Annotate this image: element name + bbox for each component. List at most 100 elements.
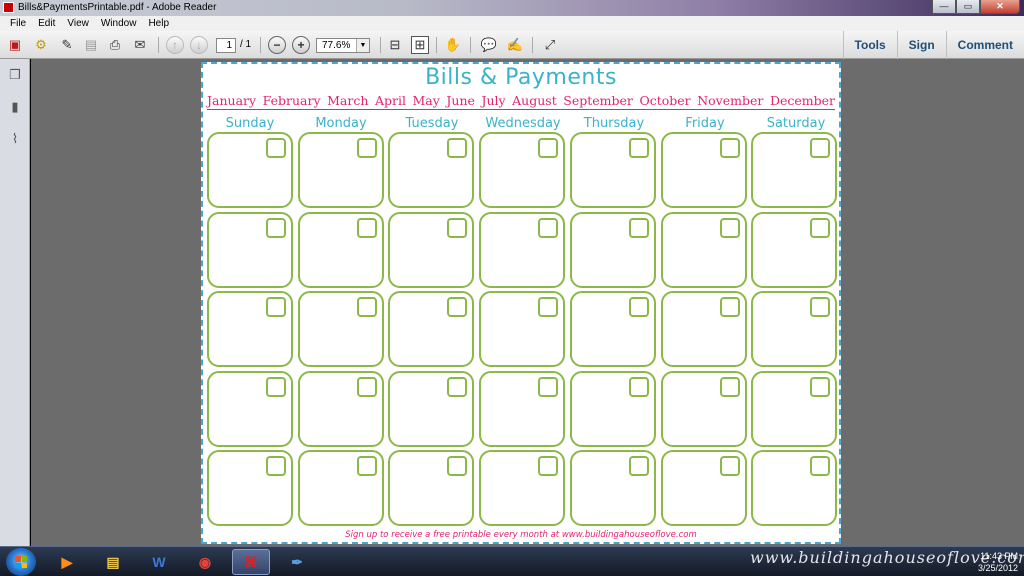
- cell-checkbox: [719, 217, 740, 238]
- page-total: / 1: [240, 39, 252, 50]
- word-icon[interactable]: W: [140, 549, 178, 575]
- tools-link[interactable]: Tools: [842, 31, 897, 59]
- cell-checkbox: [356, 376, 377, 397]
- calendar-cell: [388, 370, 475, 447]
- edit-icon[interactable]: ✎: [58, 36, 76, 54]
- month-label: August: [512, 93, 557, 108]
- next-page-icon[interactable]: ↓: [190, 36, 208, 54]
- cell-checkbox: [266, 217, 286, 238]
- create-pdf-icon[interactable]: ▣: [6, 36, 24, 54]
- toolbar: ▣ ⚙ ✎ ▤ ⎙ ✉ ↑ ↓ 1 / 1 − + 77.6% ▼ ⊟ ⊞ ✋ …: [0, 31, 1024, 59]
- comment-link[interactable]: Comment: [945, 31, 1024, 59]
- month-label: December: [769, 93, 835, 108]
- calendar-cell: [479, 291, 566, 367]
- chrome-icon[interactable]: ◉: [186, 549, 224, 575]
- weekday-label: Tuesday: [405, 116, 459, 131]
- footer-text: Sign up to receive a free printable ever…: [345, 530, 697, 540]
- attachments-icon[interactable]: ⌇: [7, 131, 23, 147]
- month-label: November: [697, 93, 764, 108]
- cell-checkbox: [266, 376, 286, 397]
- window-controls: — ▭ ✕: [932, 0, 1020, 14]
- menu-view[interactable]: View: [61, 18, 95, 29]
- weekday-label: Thursday: [583, 116, 645, 131]
- watermark: www.buildingahouseoflove.com: [750, 548, 1024, 567]
- cell-checkbox: [356, 217, 377, 238]
- calendar-cell: [207, 211, 293, 288]
- adobe-reader-icon[interactable]: ⌘: [232, 549, 270, 575]
- calendar-cell: [660, 450, 747, 526]
- page-number-input[interactable]: 1: [216, 38, 236, 53]
- print-icon[interactable]: ⎙: [106, 36, 124, 54]
- cell-checkbox: [810, 456, 831, 476]
- calendar-cell: [660, 291, 747, 367]
- calendar-cell: [297, 132, 384, 208]
- menu-file[interactable]: File: [4, 18, 32, 29]
- calendar-cell: [388, 211, 475, 288]
- cell-checkbox: [266, 297, 286, 317]
- prev-page-icon[interactable]: ↑: [166, 36, 184, 54]
- paint-icon[interactable]: ✒: [278, 549, 316, 575]
- month-label: March: [327, 93, 369, 108]
- bookmarks-icon[interactable]: ▮: [7, 99, 23, 115]
- calendar-cell: [751, 211, 838, 288]
- calendar-cell: [660, 132, 747, 208]
- month-label: September: [563, 93, 633, 108]
- cell-checkbox: [538, 138, 559, 158]
- month-label: April: [374, 93, 406, 108]
- cell-checkbox: [628, 217, 649, 238]
- right-panel-links: Tools Sign Comment: [842, 31, 1024, 59]
- zoom-in-icon[interactable]: +: [292, 36, 310, 54]
- minimize-button[interactable]: —: [932, 0, 956, 14]
- cell-checkbox: [538, 297, 559, 317]
- month-label: February: [262, 93, 321, 108]
- comment-icon[interactable]: 💬: [480, 36, 498, 54]
- cell-checkbox: [266, 138, 286, 158]
- zoom-value: 77.6%: [322, 40, 351, 51]
- menu-window[interactable]: Window: [95, 18, 143, 29]
- cell-checkbox: [447, 376, 468, 397]
- weekday-label: Friday: [685, 116, 725, 131]
- menu-edit[interactable]: Edit: [32, 18, 61, 29]
- cell-checkbox: [810, 376, 831, 397]
- media-player-icon[interactable]: ▶: [48, 549, 86, 575]
- cell-checkbox: [447, 217, 468, 238]
- sign-link[interactable]: Sign: [896, 31, 946, 59]
- calendar-cell: [297, 211, 384, 288]
- cell-checkbox: [447, 138, 468, 158]
- zoom-out-icon[interactable]: −: [268, 36, 286, 54]
- file-explorer-icon[interactable]: ▤: [94, 549, 132, 575]
- windows-logo-icon: [15, 556, 27, 568]
- close-button[interactable]: ✕: [980, 0, 1020, 14]
- cell-checkbox: [447, 297, 468, 317]
- expand-icon[interactable]: ⤢: [541, 36, 559, 54]
- calendar-cell: [479, 370, 566, 447]
- cell-checkbox: [810, 297, 831, 317]
- hand-tool-icon[interactable]: ✋: [444, 36, 462, 54]
- calendar-cell: [751, 450, 838, 526]
- chevron-down-icon[interactable]: ▼: [356, 39, 369, 52]
- cell-checkbox: [628, 376, 649, 397]
- zoom-select[interactable]: 77.6% ▼: [316, 38, 370, 53]
- weekday-label: Saturday: [766, 116, 826, 131]
- fit-page-icon[interactable]: ⊟: [386, 36, 404, 54]
- highlight-icon[interactable]: ✍: [506, 36, 524, 54]
- calendar-cell: [751, 370, 838, 447]
- weekday-label: Wednesday: [485, 116, 561, 131]
- month-label: October: [639, 93, 691, 108]
- weekday-label: Sunday: [225, 116, 275, 131]
- menu-help[interactable]: Help: [142, 18, 175, 29]
- email-icon[interactable]: ✉: [131, 36, 149, 54]
- start-button[interactable]: [6, 548, 36, 576]
- month-label: May: [412, 93, 440, 108]
- cell-checkbox: [447, 456, 468, 476]
- page-thumbnails-icon[interactable]: ❐: [7, 67, 23, 83]
- menu-bar: File Edit View Window Help: [0, 16, 1024, 31]
- save-icon[interactable]: ▤: [82, 36, 100, 54]
- toolbar-separator: [260, 37, 261, 53]
- maximize-button[interactable]: ▭: [956, 0, 980, 14]
- pdf-page: Bills & Payments January February March …: [201, 62, 841, 544]
- calendar-cell: [751, 291, 838, 367]
- settings-icon[interactable]: ⚙: [32, 36, 50, 54]
- fit-width-icon[interactable]: ⊞: [411, 36, 429, 54]
- cell-checkbox: [266, 456, 286, 476]
